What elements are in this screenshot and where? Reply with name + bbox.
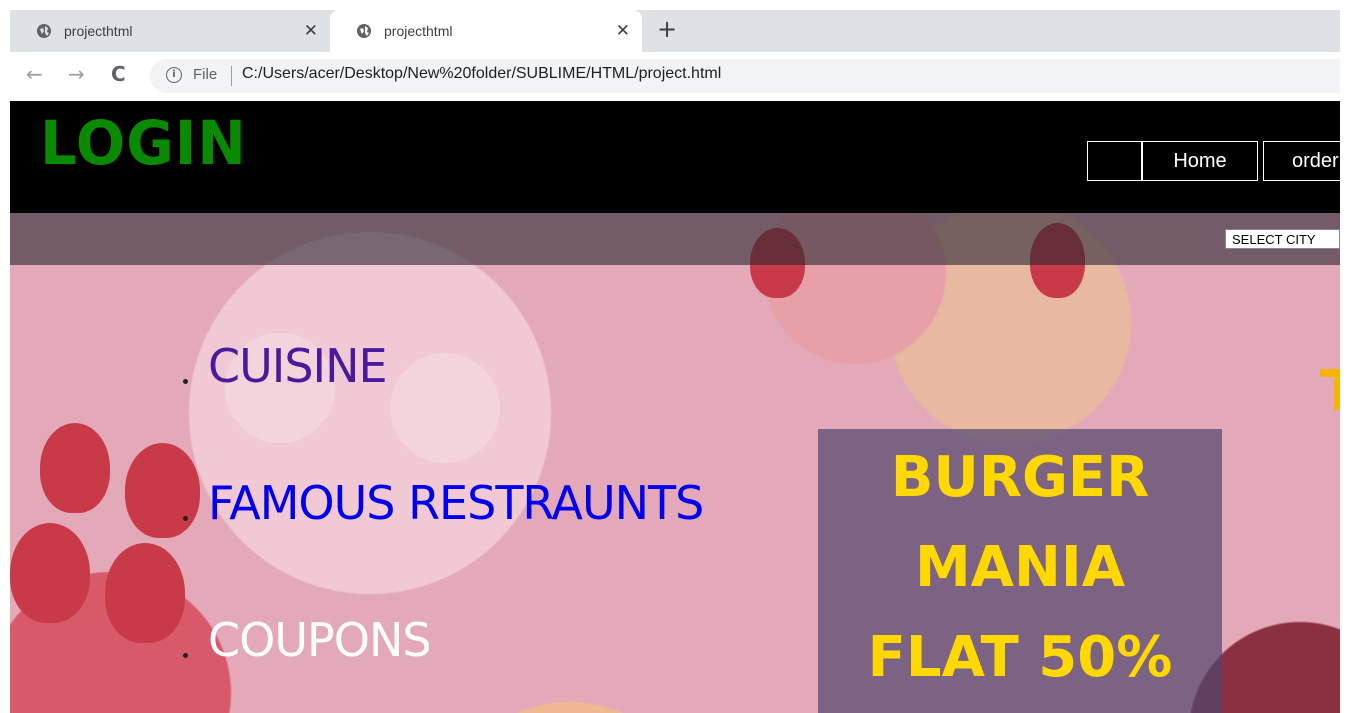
list-bullet — [183, 653, 188, 658]
offer-banner[interactable]: BURGER MANIA FLAT 50% — [818, 429, 1222, 713]
list-bullet — [183, 516, 188, 521]
back-button[interactable]: ← — [26, 62, 43, 86]
offer-line: MANIA — [914, 535, 1126, 600]
menu-item-coupons[interactable]: COUPONS — [208, 613, 432, 667]
new-tab-button[interactable]: + — [657, 17, 677, 41]
scheme-label: File — [193, 66, 218, 83]
browser-tab-1[interactable]: projecthtml ✕ — [10, 10, 330, 52]
web-page: LOGIN Home order SELECT CITY CUISINE FAM… — [10, 101, 1340, 713]
strawberry — [125, 443, 200, 538]
forward-button[interactable]: → — [68, 62, 85, 86]
strawberry — [40, 423, 110, 513]
menu-item-cuisine[interactable]: CUISINE — [208, 339, 388, 393]
nav-item-empty[interactable] — [1087, 141, 1142, 181]
strawberry — [10, 523, 90, 623]
tab-title: projecthtml — [64, 23, 133, 39]
strawberry — [105, 543, 185, 643]
close-tab-icon[interactable]: ✕ — [304, 21, 318, 41]
login-logo[interactable]: LOGIN — [40, 107, 247, 178]
info-icon[interactable]: i — [166, 67, 182, 83]
dessert-plate — [390, 353, 500, 463]
site-header: LOGIN Home order — [10, 101, 1340, 213]
menu-item-famous-restaurants[interactable]: FAMOUS RESTRAUNTS — [208, 476, 704, 530]
reload-button[interactable]: C — [111, 62, 126, 86]
nav-item-order[interactable]: order — [1263, 141, 1340, 181]
globe-icon — [37, 24, 51, 38]
city-band — [10, 213, 1340, 265]
offer-line: FLAT 50% — [867, 625, 1173, 690]
browser-tab-2-active[interactable]: projecthtml ✕ — [330, 10, 642, 52]
divider — [231, 66, 232, 86]
close-tab-icon[interactable]: ✕ — [616, 21, 630, 41]
offer-line: BURGER — [890, 445, 1150, 510]
nav-item-home[interactable]: Home — [1142, 141, 1258, 181]
tab-title: projecthtml — [384, 23, 453, 39]
url-text[interactable]: C:/Users/acer/Desktop/New%20folder/SUBLI… — [242, 65, 721, 83]
globe-icon — [357, 24, 371, 38]
city-select[interactable]: SELECT CITY — [1225, 229, 1340, 249]
cropped-heading: T — [1320, 359, 1340, 424]
list-bullet — [183, 379, 188, 384]
